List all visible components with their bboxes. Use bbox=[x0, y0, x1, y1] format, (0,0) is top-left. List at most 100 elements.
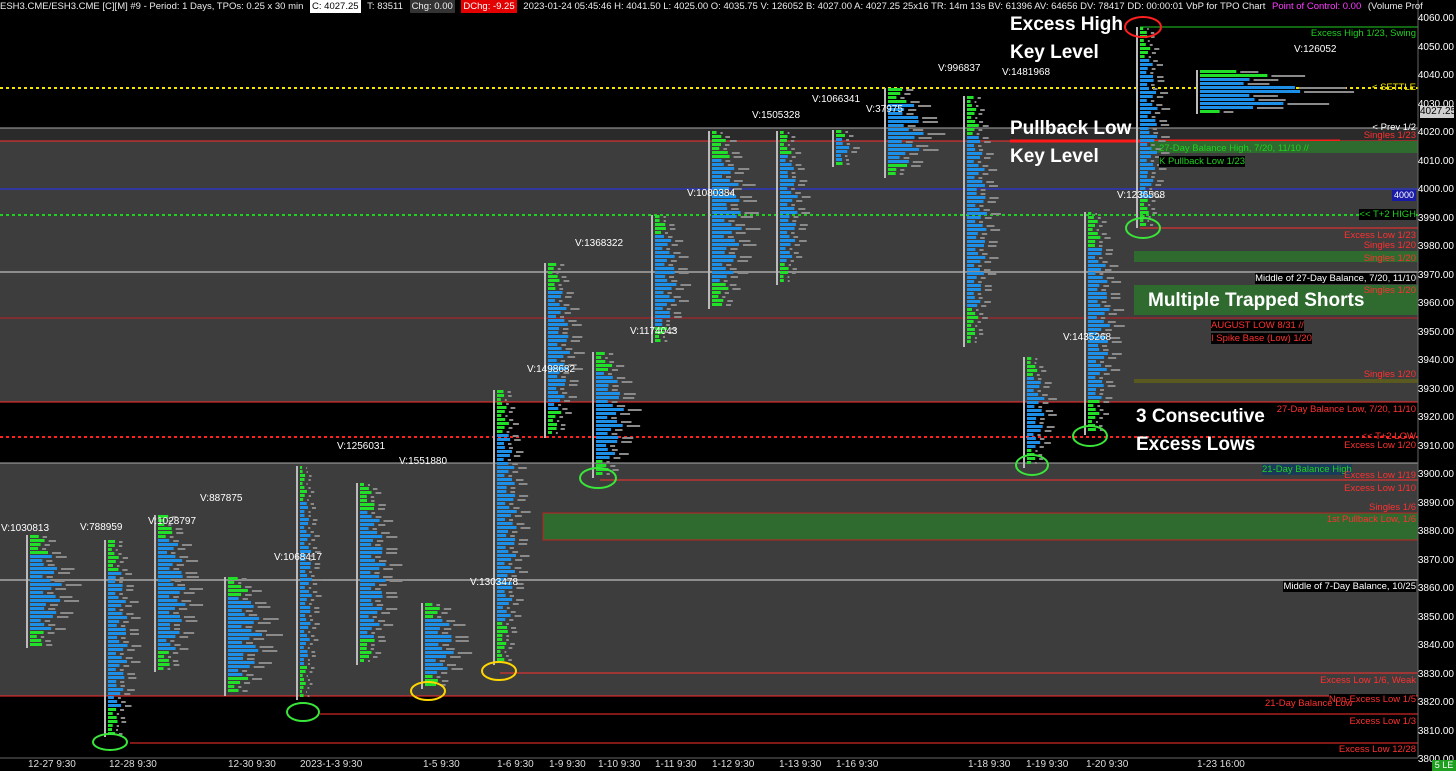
volume-profile-row bbox=[378, 620, 386, 622]
tpo-time-bar bbox=[1084, 212, 1086, 435]
volume-profile-row bbox=[310, 667, 315, 669]
tpo-row bbox=[30, 603, 46, 606]
tpo-row bbox=[360, 591, 382, 594]
volume-profile-row bbox=[370, 496, 375, 498]
tpo-row bbox=[300, 490, 307, 493]
tpo-row bbox=[30, 551, 48, 554]
tpo-row bbox=[360, 611, 378, 614]
tpo-row bbox=[158, 535, 166, 538]
volume-profile-row bbox=[1103, 413, 1110, 415]
tpo-row bbox=[712, 227, 742, 230]
volume-profile-row bbox=[255, 602, 267, 604]
tpo-row bbox=[497, 646, 505, 649]
tpo-row bbox=[1027, 357, 1032, 360]
tpo-row bbox=[497, 414, 502, 417]
tpo-row bbox=[300, 518, 309, 521]
volume-profile-row bbox=[1110, 337, 1121, 339]
volume-profile-row bbox=[1045, 410, 1054, 412]
tpo-row bbox=[967, 184, 985, 187]
volume-profile-row bbox=[846, 163, 850, 165]
tpo-row bbox=[497, 506, 510, 509]
tpo-row bbox=[497, 494, 516, 497]
tpo-row bbox=[548, 399, 560, 402]
tpo-row bbox=[497, 610, 507, 613]
tpo-row bbox=[360, 483, 364, 486]
tpo-row bbox=[967, 248, 976, 251]
tpo-row bbox=[888, 136, 915, 139]
price-tick-label: 4000.00 bbox=[1417, 184, 1454, 195]
volume-profile-row bbox=[242, 598, 248, 600]
tpo-row bbox=[655, 291, 664, 294]
tpo-row bbox=[228, 577, 238, 580]
price-tick-label: 3830.00 bbox=[1417, 668, 1454, 680]
tpo-chart-canvas[interactable] bbox=[0, 0, 1456, 771]
volume-profile-row bbox=[980, 277, 986, 279]
tpo-row bbox=[596, 360, 606, 363]
volume-profile-row bbox=[516, 523, 525, 525]
volume-profile-row bbox=[120, 685, 125, 687]
volume-profile-row bbox=[437, 616, 442, 618]
volume-profile-row bbox=[60, 568, 75, 570]
volume-profile-row bbox=[980, 237, 985, 239]
tpo-row bbox=[228, 641, 242, 644]
tpo-row bbox=[655, 219, 660, 222]
time-label: 1-11 9:30 bbox=[655, 759, 697, 770]
volume-profile-row bbox=[519, 495, 529, 497]
volume-profile-row bbox=[252, 678, 263, 680]
price-tick-label: 3950.00 bbox=[1417, 326, 1454, 338]
volume-profile-row bbox=[378, 560, 387, 562]
current-price-tag: 4027.25 bbox=[1420, 106, 1456, 118]
tpo-row bbox=[1027, 461, 1031, 464]
volume-profile-row bbox=[308, 487, 311, 489]
tpo-row bbox=[425, 639, 452, 642]
tpo-row bbox=[967, 100, 971, 103]
volume-profile-row bbox=[556, 272, 559, 274]
volume-profile-row bbox=[64, 600, 80, 602]
tpo-row bbox=[158, 527, 172, 530]
volume-profile-row bbox=[1298, 87, 1347, 89]
tpo-row bbox=[360, 655, 369, 658]
tpo-row bbox=[712, 151, 728, 154]
tpo-row bbox=[1140, 143, 1148, 146]
volume-label: V:1028797 bbox=[148, 516, 197, 527]
volume-profile-row bbox=[797, 184, 805, 186]
tpo-row bbox=[497, 398, 501, 401]
tpo-row bbox=[548, 331, 559, 334]
volume-profile-row bbox=[383, 624, 394, 626]
volume-profile-row bbox=[1102, 261, 1108, 263]
tpo-row bbox=[228, 613, 245, 616]
volume-profile-row bbox=[927, 133, 946, 135]
tpo-row bbox=[108, 652, 116, 655]
volume-profile-row bbox=[980, 189, 986, 191]
tpo-row bbox=[596, 364, 613, 367]
volume-profile-row bbox=[508, 591, 513, 593]
tpo-row bbox=[712, 179, 730, 182]
volume-profile-row bbox=[983, 269, 991, 271]
tpo-row bbox=[712, 275, 727, 278]
volume-profile-row bbox=[667, 236, 673, 238]
volume-profile-row bbox=[678, 268, 688, 270]
tpo-row bbox=[1027, 385, 1040, 388]
tpo-row bbox=[497, 622, 503, 625]
volume-profile-row bbox=[119, 581, 123, 583]
tpo-row bbox=[300, 534, 311, 537]
volume-profile-row bbox=[54, 580, 65, 582]
volume-profile-row bbox=[311, 507, 316, 509]
tpo-chart-window[interactable]: ESH3.CME/ESH3.CME [C][M] #9 - Period: 1 … bbox=[0, 0, 1456, 771]
volume-profile-row bbox=[311, 575, 315, 577]
tpo-row bbox=[596, 444, 607, 447]
tpo-row bbox=[1140, 179, 1154, 182]
volume-profile-row bbox=[47, 632, 55, 634]
volume-profile-row bbox=[906, 89, 914, 91]
volume-profile-row bbox=[979, 205, 984, 207]
volume-profile-row bbox=[510, 535, 515, 537]
tpo-row bbox=[780, 243, 791, 246]
volume-profile-row bbox=[979, 333, 984, 335]
volume-profile-row bbox=[40, 636, 45, 638]
tpo-row bbox=[497, 654, 503, 657]
volume-profile-row bbox=[1101, 221, 1107, 223]
annotation-key-level-2: Key Level bbox=[1010, 146, 1099, 167]
tpo-row bbox=[596, 464, 607, 467]
volume-profile-row bbox=[853, 147, 860, 149]
volume-profile-row bbox=[978, 113, 983, 115]
